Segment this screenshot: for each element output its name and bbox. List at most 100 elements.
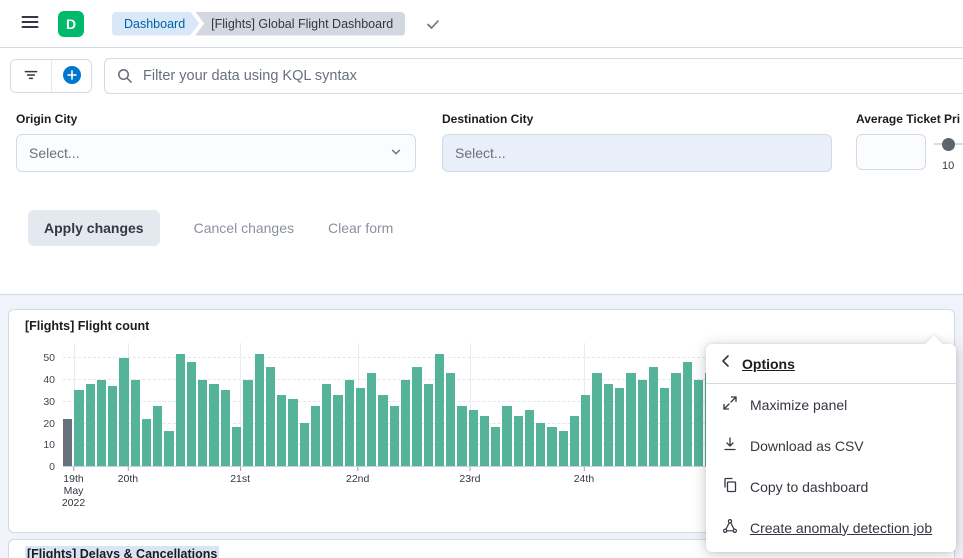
bar[interactable] xyxy=(119,358,128,466)
bar[interactable] xyxy=(164,431,173,466)
range-slider-thumb[interactable] xyxy=(942,138,955,151)
bar[interactable] xyxy=(142,419,151,466)
bar[interactable] xyxy=(300,423,309,466)
options-menu-title: Options xyxy=(742,356,795,372)
bar[interactable] xyxy=(97,380,106,466)
bar[interactable] xyxy=(502,406,511,466)
bar[interactable] xyxy=(187,362,196,466)
bar[interactable] xyxy=(446,373,455,466)
filter-lines-icon xyxy=(22,66,40,87)
bar[interactable] xyxy=(457,406,466,466)
bar[interactable] xyxy=(243,380,252,466)
delays-panel-title-text: [Flights] Delays & Cancellations xyxy=(25,546,219,558)
breadcrumb-current-dashboard[interactable]: [Flights] Global Flight Dashboard xyxy=(195,12,405,36)
bar[interactable] xyxy=(626,373,635,466)
download-icon xyxy=(722,436,738,455)
check-icon[interactable] xyxy=(425,16,441,32)
price-min-input[interactable] xyxy=(856,134,926,170)
bar[interactable] xyxy=(367,373,376,466)
bar[interactable] xyxy=(581,395,590,466)
origin-city-control: Origin City Select... xyxy=(16,112,416,172)
bar[interactable] xyxy=(559,431,568,466)
bar[interactable] xyxy=(615,388,624,466)
cancel-changes-button[interactable]: Cancel changes xyxy=(194,220,294,236)
options-menu-header[interactable]: Options xyxy=(706,344,956,384)
bar[interactable] xyxy=(525,410,534,466)
bar[interactable] xyxy=(592,373,601,466)
bar[interactable] xyxy=(694,380,703,466)
plus-circle-icon xyxy=(62,65,82,88)
menu-item-create-anomaly-job[interactable]: Create anomaly detection job xyxy=(706,507,956,548)
bar[interactable] xyxy=(378,395,387,466)
y-tick-label: 50 xyxy=(43,352,55,364)
bar[interactable] xyxy=(356,388,365,466)
bar[interactable] xyxy=(322,384,331,466)
origin-city-select[interactable]: Select... xyxy=(16,134,416,172)
x-tick-label: 23rd xyxy=(459,467,480,485)
bar[interactable] xyxy=(638,380,647,466)
apply-changes-button[interactable]: Apply changes xyxy=(28,210,160,246)
bar[interactable] xyxy=(198,380,207,466)
kql-search-input[interactable] xyxy=(104,58,963,94)
kql-search-box xyxy=(104,58,963,94)
y-tick-label: 40 xyxy=(43,374,55,386)
bar[interactable] xyxy=(570,416,579,466)
x-tick-label: 21st xyxy=(230,467,250,485)
bar[interactable] xyxy=(153,406,162,466)
filters-section: Origin City Select... Destination City S… xyxy=(0,48,963,295)
y-tick-label: 10 xyxy=(43,439,55,451)
y-axis: 01020304050 xyxy=(9,343,63,467)
bar[interactable] xyxy=(63,419,72,466)
bar[interactable] xyxy=(547,427,556,466)
y-tick-label: 0 xyxy=(49,461,55,473)
bar[interactable] xyxy=(86,384,95,466)
bar[interactable] xyxy=(333,395,342,466)
bar[interactable] xyxy=(131,380,140,466)
space-avatar[interactable]: D xyxy=(58,11,84,37)
menu-item-label: Copy to dashboard xyxy=(750,479,868,495)
menu-item-copy-to-dashboard[interactable]: Copy to dashboard xyxy=(706,466,956,507)
menu-item-download-csv[interactable]: Download as CSV xyxy=(706,425,956,466)
flight-count-panel-title[interactable]: [Flights] Flight count xyxy=(9,310,954,333)
destination-city-placeholder: Select... xyxy=(455,145,506,161)
bar[interactable] xyxy=(390,406,399,466)
bar[interactable] xyxy=(108,386,117,466)
bar[interactable] xyxy=(514,416,523,466)
bar[interactable] xyxy=(480,416,489,466)
dashboard-controls: Origin City Select... Destination City S… xyxy=(0,112,963,192)
bar[interactable] xyxy=(649,367,658,466)
menu-item-maximize-panel[interactable]: Maximize panel xyxy=(706,384,956,425)
breadcrumb-dashboard[interactable]: Dashboard xyxy=(112,12,199,36)
destination-city-select[interactable]: Select... xyxy=(442,134,832,172)
bar[interactable] xyxy=(604,384,613,466)
bar[interactable] xyxy=(671,373,680,466)
add-filter-button[interactable] xyxy=(51,60,91,92)
bar[interactable] xyxy=(401,380,410,466)
bar[interactable] xyxy=(266,367,275,466)
menu-button[interactable] xyxy=(16,10,44,38)
bar[interactable] xyxy=(221,390,230,466)
bar[interactable] xyxy=(424,384,433,466)
bar[interactable] xyxy=(209,384,218,466)
search-icon xyxy=(116,67,134,90)
bar[interactable] xyxy=(345,380,354,466)
clear-form-button[interactable]: Clear form xyxy=(328,220,393,236)
filter-menu-button[interactable] xyxy=(11,60,51,92)
bar[interactable] xyxy=(232,427,241,466)
bar[interactable] xyxy=(74,390,83,466)
chevron-down-icon xyxy=(389,145,403,162)
average-ticket-price-control: Average Ticket Pri 10 xyxy=(856,112,963,172)
bar[interactable] xyxy=(176,354,185,466)
bar[interactable] xyxy=(277,395,286,466)
bar[interactable] xyxy=(311,406,320,466)
bar[interactable] xyxy=(412,367,421,466)
bar[interactable] xyxy=(469,410,478,466)
bar[interactable] xyxy=(660,388,669,466)
bar[interactable] xyxy=(255,354,264,466)
bar[interactable] xyxy=(536,423,545,466)
bar[interactable] xyxy=(288,399,297,466)
bar[interactable] xyxy=(435,354,444,466)
x-tick-label: 24th xyxy=(574,467,594,485)
bar[interactable] xyxy=(683,362,692,466)
bar[interactable] xyxy=(491,427,500,466)
